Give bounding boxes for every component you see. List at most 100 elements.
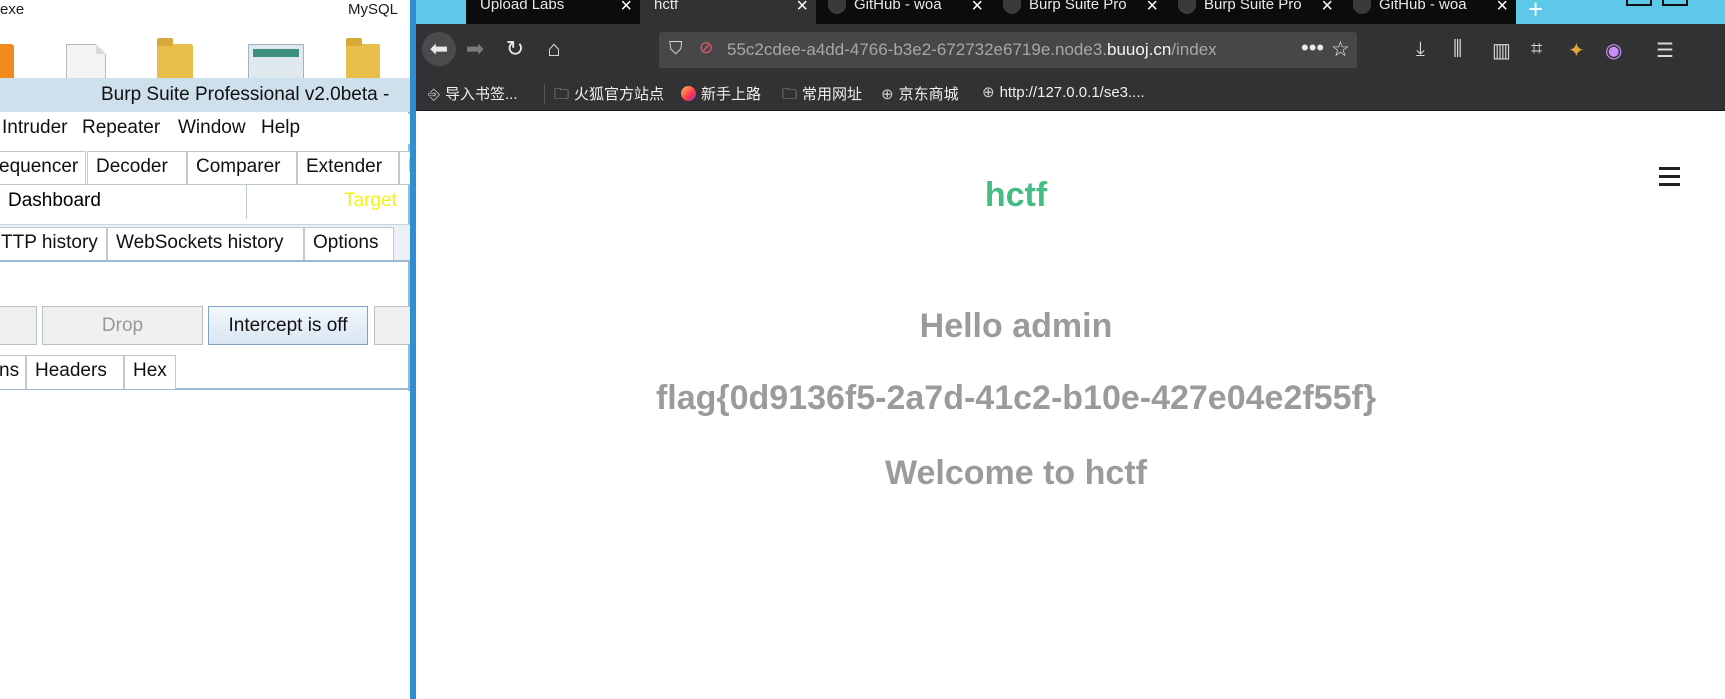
back-icon[interactable]: ⬅: [422, 32, 456, 66]
page-actions-icon[interactable]: •••: [1301, 35, 1324, 61]
tab-dashboard[interactable]: Dashboard: [0, 185, 247, 219]
tab-extender[interactable]: Extender: [297, 151, 399, 184]
menu-intruder[interactable]: Intruder: [2, 117, 67, 139]
tab-params[interactable]: ns: [0, 355, 26, 389]
tab-options[interactable]: Options: [304, 227, 394, 260]
burp-tool-tabs: equencer Decoder Comparer Extender I: [0, 151, 410, 185]
bookmark-import[interactable]: ⎆ 导入书签...: [428, 83, 518, 104]
bookmark-label: 导入书签...: [445, 86, 518, 103]
github-icon: [1178, 0, 1196, 14]
import-icon: ⎆: [428, 86, 441, 103]
bookmark-common-sites[interactable]: 🗀 常用网址: [782, 83, 862, 109]
screenshot-crop-icon[interactable]: ⌗: [1531, 38, 1542, 61]
site-brand[interactable]: hctf: [416, 176, 1616, 215]
flag-text: flag{0d9136f5-2a7d-41c2-b10e-427e04e2f55…: [655, 379, 1377, 417]
tab-headers[interactable]: Headers: [26, 355, 124, 389]
image-file-icon[interactable]: [248, 44, 304, 80]
globe-icon: ⊕: [982, 84, 995, 101]
menu-window[interactable]: Window: [178, 117, 246, 139]
forward-icon[interactable]: ➡: [458, 32, 492, 66]
bookmark-localhost[interactable]: ⊕ http://127.0.0.1/se3....: [982, 83, 1145, 101]
folder-icon[interactable]: [346, 38, 380, 80]
insecure-lock-icon[interactable]: ⊘: [699, 38, 713, 58]
firefox-icon: [681, 86, 696, 101]
home-icon[interactable]: ⌂: [537, 32, 571, 66]
tab-http-history[interactable]: TTP history: [0, 227, 107, 260]
menu-repeater[interactable]: Repeater: [82, 117, 160, 139]
tab-hex[interactable]: Hex: [124, 355, 176, 389]
folder-icon[interactable]: [157, 38, 193, 80]
url-prefix: 55c2cdee-a4dd-4766-b3e2-672732e6719e.nod…: [727, 40, 1108, 59]
close-icon[interactable]: ×: [1146, 0, 1158, 18]
firefox-window: Upload Labs × hctf × GitHub - woa × Burp…: [410, 0, 1725, 699]
shield-icon[interactable]: ⛉: [669, 38, 683, 59]
address-bar[interactable]: ⛉ ⊘ 55c2cdee-a4dd-4766-b3e2-672732e6719e…: [659, 32, 1357, 68]
document-icon[interactable]: [66, 44, 106, 80]
bookmark-label: 火狐官方站点: [574, 86, 665, 103]
close-icon[interactable]: ×: [971, 0, 983, 18]
download-icon[interactable]: ⤓: [1416, 38, 1425, 61]
welcome-heading: Welcome to hctf: [885, 454, 1147, 492]
browser-tab-github-1[interactable]: GitHub - woa ×: [816, 0, 991, 24]
browser-tab-github-2[interactable]: GitHub - woa ×: [1341, 0, 1516, 24]
forward-button[interactable]: [0, 306, 37, 345]
close-icon[interactable]: ×: [1496, 0, 1508, 18]
close-icon[interactable]: ×: [796, 0, 808, 18]
minimize-icon[interactable]: [1626, 0, 1652, 6]
github-icon: [1353, 0, 1371, 14]
tab-websockets-history[interactable]: WebSockets history: [107, 227, 304, 260]
desktop-area: exe MySQL Burp Suite Professional v2.0be…: [0, 0, 410, 699]
browser-tab-hctf[interactable]: hctf ×: [640, 0, 816, 24]
message-view-tabs: ns Headers Hex: [0, 352, 410, 390]
screen: exe MySQL Burp Suite Professional v2.0be…: [0, 0, 1725, 699]
library-icon[interactable]: ⫼: [1453, 38, 1462, 61]
burp-menu-bar: Intruder Repeater Window Help: [0, 114, 410, 144]
desktop-label-exe[interactable]: exe: [0, 1, 24, 18]
menu-help[interactable]: Help: [261, 117, 300, 139]
tab-strip: Upload Labs × hctf × GitHub - woa × Burp…: [416, 0, 1725, 24]
tab-comparer[interactable]: Comparer: [187, 151, 297, 184]
bookmark-getting-started[interactable]: 新手上路: [681, 83, 761, 104]
drop-button[interactable]: Drop: [42, 306, 203, 345]
proxy-subtabs: TTP history WebSockets history Options: [0, 224, 410, 262]
intercept-toggle-button[interactable]: Intercept is off: [208, 306, 368, 345]
bookmark-firefox-site[interactable]: 🗀 火狐官方站点: [554, 83, 664, 109]
burp-title-bar: Burp Suite Professional v2.0beta -: [0, 78, 410, 112]
bookmark-star-icon[interactable]: ☆: [1331, 37, 1350, 62]
url-path: /index: [1171, 40, 1217, 59]
globe-icon: ⊕: [881, 86, 894, 103]
desktop-label-mysql[interactable]: MySQL: [348, 1, 398, 18]
tab-overflow[interactable]: I: [399, 151, 410, 184]
greeting-heading: Hello admin: [919, 307, 1113, 345]
message-editor[interactable]: [0, 391, 410, 699]
close-icon[interactable]: ×: [620, 0, 632, 18]
url-text[interactable]: 55c2cdee-a4dd-4766-b3e2-672732e6719e.nod…: [727, 40, 1217, 60]
orange-app-icon[interactable]: [0, 44, 14, 80]
bookmark-label: http://127.0.0.1/se3....: [999, 84, 1145, 101]
intercept-controls: Drop Intercept is off: [0, 306, 410, 346]
tab-target[interactable]: Target: [344, 190, 397, 212]
browser-tab-burp-1[interactable]: Burp Suite Pro ×: [991, 0, 1166, 24]
menu-icon[interactable]: ☰: [1656, 38, 1674, 63]
maximize-icon[interactable]: [1662, 0, 1688, 6]
tab-label: Upload Labs: [480, 0, 565, 13]
url-domain: buuoj.cn: [1107, 40, 1172, 59]
burp-title: Burp Suite Professional v2.0beta -: [101, 84, 390, 105]
account-icon[interactable]: ◉: [1605, 38, 1622, 63]
reload-icon[interactable]: ↻: [498, 32, 532, 66]
bookmarks-toolbar: ⎆ 导入书签... 🗀 火狐官方站点 新手上路 🗀 常用网址 ⊕ 京东商城 ⊕ http:…: [416, 76, 1725, 111]
extension-icon[interactable]: ✦: [1568, 38, 1585, 63]
browser-tab-upload-labs[interactable]: Upload Labs ×: [466, 0, 640, 24]
tab-decoder[interactable]: Decoder: [87, 151, 187, 184]
hamburger-menu-icon[interactable]: [1659, 167, 1680, 186]
new-tab-icon[interactable]: +: [1528, 0, 1543, 25]
bookmark-jd[interactable]: ⊕ 京东商城: [881, 83, 959, 104]
desktop-icons: exe MySQL: [0, 0, 410, 80]
tab-sequencer[interactable]: equencer: [0, 151, 86, 184]
bookmark-label: 常用网址: [802, 86, 863, 103]
separator: [544, 84, 545, 104]
close-icon[interactable]: ×: [1321, 0, 1333, 18]
browser-tab-burp-2[interactable]: Burp Suite Pro ×: [1166, 0, 1341, 24]
action-button[interactable]: [374, 306, 410, 345]
sidebar-icon[interactable]: ▥: [1492, 38, 1511, 63]
